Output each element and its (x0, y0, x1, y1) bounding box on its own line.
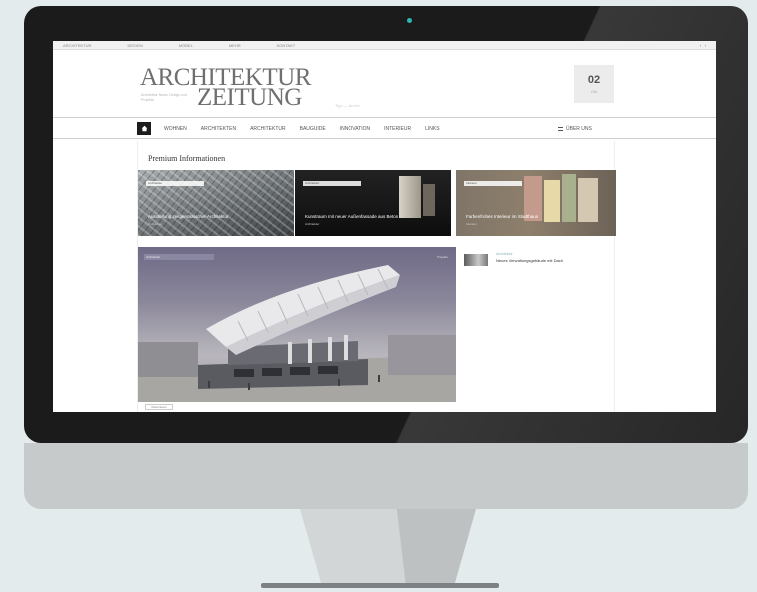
topbar-link-1[interactable]: ARCHITEKTUR (63, 43, 91, 48)
nav-item-architektur[interactable]: Architektur (250, 126, 286, 132)
main-nav: Wohnen Architekten Architektur Bauguide … (53, 117, 716, 139)
masthead: ARCHITEKTUR Architektur News, Design und… (53, 51, 716, 117)
featured-tag-1: Architektur (146, 181, 204, 186)
monitor-base (261, 583, 499, 588)
twitter-icon[interactable]: t (705, 43, 706, 48)
nav-item-architekten[interactable]: Architekten (201, 126, 236, 132)
date-box: 02 Okt (574, 65, 614, 103)
website-screen: ARCHITEKTUR DESIGN MÖBEL MEHR KONTAKT f … (53, 41, 716, 412)
sidebar-title[interactable]: Neues Verwaltungsgebäude mit Dach (496, 258, 596, 264)
featured-card-1[interactable]: Architektur Ausstellung zeitgenössischer… (138, 170, 294, 236)
featured-image-panel-4 (578, 178, 598, 222)
date-month: Okt (590, 89, 598, 94)
facebook-icon[interactable]: f (700, 43, 701, 48)
featured-image-panel-3 (562, 174, 576, 222)
featured-caption-1[interactable]: Ausstellung zeitgenössischer Architektur (148, 214, 229, 219)
nav-about[interactable]: Über uns (558, 118, 592, 139)
featured-card-2[interactable]: Architektur Kunstraum mit neuer Außenfas… (295, 170, 451, 236)
social-links: f t (700, 43, 706, 48)
featured-meta-3: Interieur (466, 222, 478, 226)
topbar-link-4[interactable]: MEHR (229, 43, 241, 48)
nav-item-links[interactable]: Links (425, 126, 439, 132)
topbar-link-3[interactable]: MÖBEL (179, 43, 193, 48)
featured-tag-3: Interieur (464, 181, 522, 186)
nav-item-wohnen[interactable]: Wohnen (164, 126, 187, 132)
home-button[interactable] (137, 122, 151, 135)
nav-items: Wohnen Architekten Architektur Bauguide … (164, 118, 440, 139)
logo-subtitle: Architektur News, Design und Projekte (141, 93, 188, 102)
read-more-button[interactable]: Weiterlesen (145, 404, 173, 410)
camera-dot (407, 18, 412, 23)
featured-meta-2: Architektur (305, 222, 320, 226)
logo-line2[interactable]: ZEITUNG (197, 85, 302, 110)
nav-item-innovation[interactable]: Innovation (340, 126, 370, 132)
topbar-link-5[interactable]: KONTAKT (277, 43, 296, 48)
monitor-chin (24, 443, 748, 509)
masthead-text: Tipp — Archiv (335, 103, 360, 108)
menu-icon (558, 126, 563, 131)
nav-item-bauguide[interactable]: Bauguide (300, 126, 326, 132)
sidebar-category[interactable]: Architektur (496, 252, 513, 256)
section-title: Premium Informationen (148, 154, 226, 163)
featured-image-slab-2 (423, 184, 435, 216)
nav-about-label: Über uns (566, 125, 592, 132)
hero-image[interactable]: Architektur Projekte (138, 247, 456, 402)
featured-card-3[interactable]: Interieur Farbenfrohes Interieur im Stad… (456, 170, 616, 236)
featured-meta-1: Architektur (148, 222, 163, 226)
featured-caption-2[interactable]: Kunstraum mit neuer Außenfassade aus Bet… (305, 214, 398, 219)
hero-tag: Architektur (144, 254, 214, 260)
sidebar-thumbnail[interactable] (464, 254, 488, 266)
nav-item-interieur[interactable]: Interieur (384, 126, 411, 132)
content-area: Premium Informationen Architektur Ausste… (137, 141, 616, 412)
date-day: 02 (587, 74, 601, 86)
featured-tag-2: Architektur (303, 181, 361, 186)
hero-tag-right: Projekte (436, 255, 448, 259)
hero-building-illustration (138, 265, 456, 402)
featured-image-slab (399, 176, 421, 218)
home-icon (141, 125, 147, 132)
featured-caption-3[interactable]: Farbenfrohes Interieur im Stadthaus (466, 214, 538, 219)
topbar-link-2[interactable]: DESIGN (127, 43, 142, 48)
top-bar: ARCHITEKTUR DESIGN MÖBEL MEHR KONTAKT f … (53, 41, 716, 50)
featured-image-panel-2 (544, 180, 560, 222)
